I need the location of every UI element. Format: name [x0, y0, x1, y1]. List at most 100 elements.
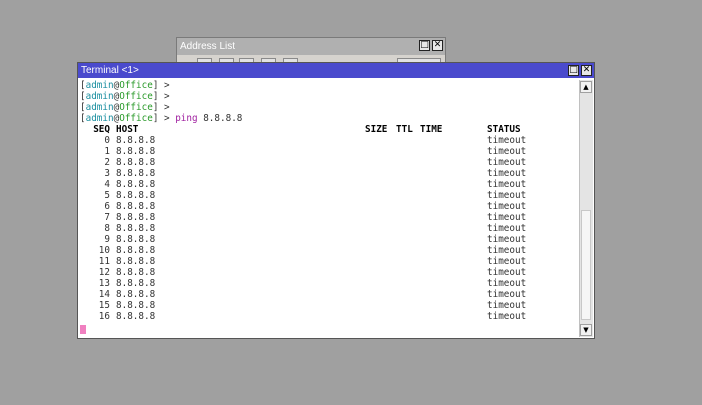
- cell-status: timeout: [487, 223, 527, 234]
- cell-seq: 16: [98, 311, 110, 322]
- terminal-output[interactable]: [admin@Office] > [admin@Office] > [admin…: [80, 80, 579, 336]
- maximize-icon[interactable]: □: [568, 65, 579, 76]
- cell-status: timeout: [487, 168, 527, 179]
- cell-seq: 4: [104, 179, 110, 190]
- column-header-time: TIME: [420, 124, 443, 135]
- cell-status: timeout: [487, 135, 527, 146]
- table-row: 7 8.8.8.8 timeout: [80, 212, 579, 223]
- cell-host: 8.8.8.8: [116, 267, 156, 278]
- table-row: 1 8.8.8.8 timeout: [80, 146, 579, 157]
- prompt-suffix: ] >: [152, 113, 176, 124]
- cell-status: timeout: [487, 201, 527, 212]
- cell-seq: 3: [104, 168, 110, 179]
- prompt-line: [admin@Office] >: [80, 80, 579, 91]
- cell-status: timeout: [487, 179, 527, 190]
- cell-seq: 8: [104, 223, 110, 234]
- prompt-user: admin: [85, 91, 114, 102]
- table-row: 13 8.8.8.8 timeout: [80, 278, 579, 289]
- cell-seq: 11: [98, 256, 110, 267]
- cell-status: timeout: [487, 267, 527, 278]
- table-row: 8 8.8.8.8 timeout: [80, 223, 579, 234]
- cell-seq: 1: [104, 146, 110, 157]
- command-argument: 8.8.8.8: [203, 113, 243, 124]
- prompt-suffix: ] >: [152, 80, 176, 91]
- terminal-title-bar[interactable]: Terminal <1> □ ✕: [78, 63, 594, 78]
- table-row: 6 8.8.8.8 timeout: [80, 201, 579, 212]
- cell-host: 8.8.8.8: [116, 289, 156, 300]
- column-header-ttl: TTL: [396, 124, 413, 135]
- prompt-line: [admin@Office] >: [80, 102, 579, 113]
- prompt-line: [admin@Office] > ping 8.8.8.8: [80, 113, 579, 124]
- cell-seq: 13: [98, 278, 110, 289]
- table-row: 4 8.8.8.8 timeout: [80, 179, 579, 190]
- prompt-suffix: ] >: [152, 91, 176, 102]
- cell-host: 8.8.8.8: [116, 168, 156, 179]
- cell-status: timeout: [487, 212, 527, 223]
- cell-status: timeout: [487, 234, 527, 245]
- scroll-up-icon[interactable]: ▲: [580, 81, 592, 93]
- table-header: SEQ HOST SIZE TTL TIME STATUS: [80, 124, 579, 135]
- column-header-status: STATUS: [487, 124, 521, 135]
- cell-host: 8.8.8.8: [116, 234, 156, 245]
- prompt-user: admin: [85, 80, 114, 91]
- cell-host: 8.8.8.8: [116, 300, 156, 311]
- cell-seq: 15: [98, 300, 110, 311]
- cell-status: timeout: [487, 300, 527, 311]
- cell-host: 8.8.8.8: [116, 179, 156, 190]
- cell-seq: 0: [104, 135, 110, 146]
- cell-status: timeout: [487, 278, 527, 289]
- cell-status: timeout: [487, 256, 527, 267]
- cell-seq: 12: [98, 267, 110, 278]
- cell-status: timeout: [487, 146, 527, 157]
- prompt-suffix: ] >: [152, 102, 176, 113]
- vertical-scrollbar[interactable]: ▲ ▼: [579, 80, 593, 337]
- column-header-host: HOST: [116, 124, 139, 135]
- table-row: 0 8.8.8.8 timeout: [80, 135, 579, 146]
- table-row: 5 8.8.8.8 timeout: [80, 190, 579, 201]
- cell-seq: 5: [104, 190, 110, 201]
- column-header-seq: SEQ: [93, 124, 110, 135]
- cell-host: 8.8.8.8: [116, 245, 156, 256]
- table-row: 9 8.8.8.8 timeout: [80, 234, 579, 245]
- cell-status: timeout: [487, 245, 527, 256]
- prompt-host: Office: [119, 80, 153, 91]
- cell-host: 8.8.8.8: [116, 201, 156, 212]
- prompt-user: admin: [85, 113, 114, 124]
- table-row: 15 8.8.8.8 timeout: [80, 300, 579, 311]
- prompt-host: Office: [119, 113, 153, 124]
- cell-seq: 10: [98, 245, 110, 256]
- cell-seq: 6: [104, 201, 110, 212]
- cell-host: 8.8.8.8: [116, 190, 156, 201]
- table-row: 11 8.8.8.8 timeout: [80, 256, 579, 267]
- address-list-title: Address List: [180, 41, 236, 52]
- close-icon[interactable]: ✕: [581, 65, 592, 76]
- cell-host: 8.8.8.8: [116, 311, 156, 322]
- address-list-title-bar[interactable]: Address List □ ✕: [177, 38, 445, 55]
- close-icon[interactable]: ✕: [432, 40, 443, 51]
- cell-host: 8.8.8.8: [116, 146, 156, 157]
- cell-status: timeout: [487, 311, 527, 322]
- cell-status: timeout: [487, 190, 527, 201]
- prompt-user: admin: [85, 102, 114, 113]
- cell-status: timeout: [487, 157, 527, 168]
- terminal-title: Terminal <1>: [81, 65, 139, 76]
- terminal-cursor: [80, 325, 86, 334]
- terminal-window[interactable]: Terminal <1> □ ✕ [admin@Office] > [admin…: [77, 62, 595, 339]
- prompt-host: Office: [119, 91, 153, 102]
- cell-host: 8.8.8.8: [116, 157, 156, 168]
- cell-host: 8.8.8.8: [116, 278, 156, 289]
- command-name: ping: [175, 113, 198, 124]
- maximize-icon[interactable]: □: [419, 40, 430, 51]
- table-row: 2 8.8.8.8 timeout: [80, 157, 579, 168]
- table-row: 3 8.8.8.8 timeout: [80, 168, 579, 179]
- table-row: 16 8.8.8.8 timeout: [80, 311, 579, 322]
- scroll-down-icon[interactable]: ▼: [580, 324, 592, 336]
- prompt-line: [admin@Office] >: [80, 91, 579, 102]
- cell-status: timeout: [487, 289, 527, 300]
- column-header-size: SIZE: [365, 124, 388, 135]
- cell-host: 8.8.8.8: [116, 256, 156, 267]
- cell-host: 8.8.8.8: [116, 212, 156, 223]
- scrollbar-thumb[interactable]: [581, 210, 591, 320]
- cell-host: 8.8.8.8: [116, 223, 156, 234]
- cell-seq: 14: [98, 289, 110, 300]
